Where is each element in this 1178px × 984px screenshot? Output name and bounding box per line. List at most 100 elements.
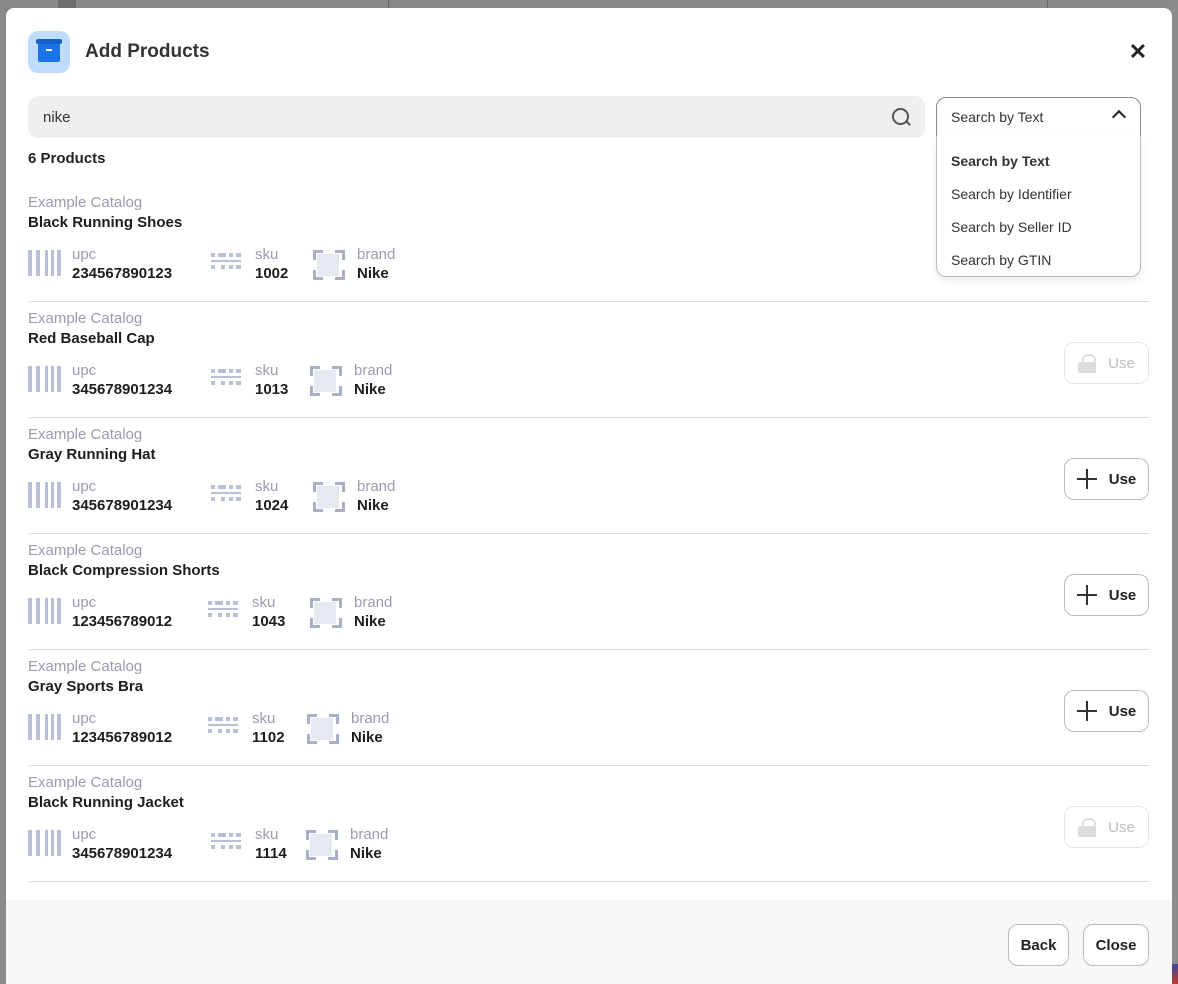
catalog-name: Example Catalog [28,774,143,791]
sku-label: sku [255,362,279,379]
lock-icon [1078,817,1097,837]
upc-label: upc [72,362,97,379]
upc-label: upc [72,478,97,495]
upc-value: 234567890123 [72,265,173,282]
brand-label: brand [354,362,393,379]
brand-label: brand [351,710,390,727]
upc-label: upc [72,826,97,843]
search-mode-select[interactable]: Search by Text [936,97,1141,137]
brand-value: Nike [357,265,389,282]
search-mode-option-gtin[interactable]: Search by GTIN [937,243,1140,276]
plus-icon [1076,701,1097,721]
upc-attribute: upc 345678901234 [28,826,172,862]
modal-title: Add Products [85,41,210,62]
sku-value: 1102 [252,729,285,746]
sku-label: sku [255,478,279,495]
search-mode-selected: Search by Text [951,109,1044,125]
modal-footer: Back Close [6,900,1172,984]
chevron-up-icon [1111,109,1127,125]
add-products-modal: Add Products ✕ Search by Text Search by … [6,8,1172,984]
sku-value: 1013 [255,381,289,398]
product-row: Example Catalog Red Baseball Cap upc 345678… [28,302,1149,418]
plus-icon [1076,469,1097,489]
barcode-icon [28,250,62,280]
catalog-name: Example Catalog [28,310,143,327]
search-mode-option-text[interactable]: Search by Text [937,144,1140,177]
sku-value: 1002 [255,265,289,282]
catalog-name: Example Catalog [28,426,143,443]
sku-attribute: sku 1013 [211,362,288,398]
barcode-icon [28,714,62,744]
brand-attribute: brand Nike [306,826,388,862]
sku-icon [211,482,245,512]
use-label: Use [1108,818,1135,836]
sku-label: sku [252,594,276,611]
product-row: Example Catalog Gray Running Hat upc 345678… [28,418,1149,534]
upc-attribute: upc 234567890123 [28,246,172,282]
catalog-name: Example Catalog [28,658,143,675]
brand-attribute: brand Nike [307,710,389,746]
close-icon[interactable]: ✕ [1126,39,1150,64]
modal-header: Add Products ✕ [28,30,1150,74]
sku-icon [211,366,245,396]
search-mode-option-identifier[interactable]: Search by Identifier [937,177,1140,210]
use-button[interactable]: Use [1064,458,1149,500]
catalog-name: Example Catalog [28,194,143,211]
brand-icon [310,366,344,396]
brand-value: Nike [354,381,386,398]
back-button[interactable]: Back [1008,924,1069,966]
results-count: 6 Products [28,150,106,167]
sku-attribute: sku 1024 [211,478,288,514]
upc-value: 123456789012 [72,729,173,746]
use-label: Use [1108,354,1135,372]
upc-attribute: upc 345678901234 [28,362,172,398]
brand-attribute: brand Nike [310,362,392,398]
brand-icon [313,482,347,512]
sku-icon [208,598,242,628]
upc-attribute: upc 123456789012 [28,594,172,630]
brand-icon [307,714,341,744]
upc-value: 345678901234 [72,381,173,398]
brand-icon [310,598,344,628]
use-button[interactable]: Use [1064,574,1149,616]
brand-attribute: brand Nike [313,246,395,282]
brand-icon [313,250,347,280]
sku-label: sku [252,710,276,727]
brand-attribute: brand Nike [310,594,392,630]
use-button[interactable]: Use [1064,690,1149,732]
sku-label: sku [255,246,279,263]
sku-attribute: sku 1043 [208,594,285,630]
brand-value: Nike [350,845,382,862]
sku-value: 1043 [252,613,286,630]
search-mode-option-seller-id[interactable]: Search by Seller ID [937,210,1140,243]
upc-value: 345678901234 [72,497,173,514]
brand-attribute: brand Nike [313,478,395,514]
search-input[interactable] [28,96,891,138]
use-label: Use [1108,586,1137,604]
product-row: Example Catalog Black Running Jacket upc 34… [28,766,1149,882]
sku-attribute: sku 1114 [211,826,287,862]
upc-attribute: upc 123456789012 [28,710,172,746]
sku-icon [211,250,245,280]
barcode-icon [28,366,62,396]
product-list: Example Catalog Black Running Shoes upc 234… [28,186,1149,882]
brand-label: brand [357,246,396,263]
close-button[interactable]: Close [1083,924,1149,966]
barcode-icon [28,598,62,628]
search-icon[interactable] [891,107,911,127]
lock-icon [1078,353,1097,373]
search-bar [28,96,925,138]
upc-label: upc [72,594,97,611]
upc-attribute: upc 345678901234 [28,478,172,514]
product-row: Example Catalog Black Compression Shorts u… [28,534,1149,650]
brand-label: brand [350,826,389,843]
brand-label: brand [354,594,393,611]
use-label: Use [1108,702,1137,720]
sku-value: 1114 [255,845,287,862]
sku-value: 1024 [255,497,289,514]
barcode-icon [28,830,62,860]
barcode-icon [28,482,62,512]
sku-icon [211,830,245,860]
brand-value: Nike [351,729,383,746]
brand-label: brand [357,478,396,495]
